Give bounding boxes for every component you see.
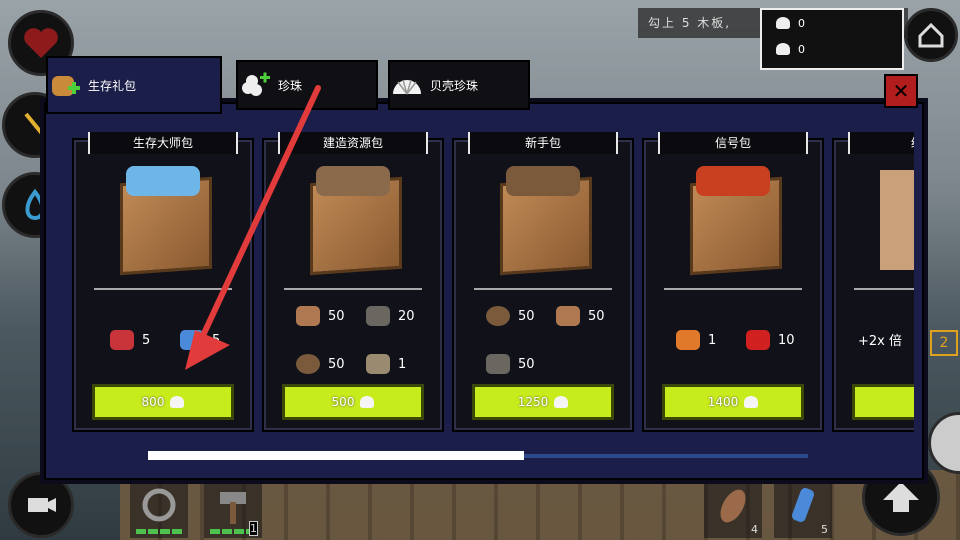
price: 1250 [517,395,549,409]
scroll-item-icon [880,170,914,270]
water-bottle-icon [180,330,204,350]
buy-button[interactable]: 800 [92,384,234,420]
item-qty: 50 [328,356,345,372]
hotbar-slot-3[interactable]: 4 [704,480,762,538]
flare-gun-icon [676,330,700,350]
divider [284,288,422,290]
item-qty: 1 [708,332,717,348]
rope-icon [296,354,320,374]
scrap-icon [486,354,510,374]
shell-icon [776,17,790,29]
shell-icon [170,396,185,408]
rope-hook-icon [142,488,176,522]
hotbar-slot-1[interactable] [130,480,188,538]
pack-item: +2x 倍 [858,330,902,349]
divider [94,288,232,290]
scrollbar-thumb[interactable] [148,451,524,460]
rope-icon [486,306,510,326]
hotbar-count: 1 [249,521,258,536]
pack-item: 50 [486,306,535,326]
divider [854,288,914,290]
pack-item: 5 [180,330,220,350]
hammer-icon [366,354,390,374]
pack-card-survival-master: 生存大师包 5 5 800 [72,132,254,432]
pack-title: 信号包 [658,132,808,154]
item-qty: +2x 倍 [858,334,902,349]
pearls-plus-icon [238,70,272,100]
item-qty: 1 [398,356,407,372]
hotbar-slot-4[interactable]: 5 [774,480,832,538]
tab-survival-pack[interactable]: 生存礼包 [46,56,222,114]
pearl-count: 0 [798,42,805,56]
pack-item: 50 [296,354,345,374]
item-qty: 50 [588,308,605,324]
hotbar-count: 4 [751,523,758,536]
pearl-icon [776,43,790,55]
buy-button[interactable]: 500 [282,384,424,420]
pack-title: 新手包 [468,132,618,154]
tab-label: 生存礼包 [88,78,137,93]
shell-icon [360,396,375,408]
close-button[interactable]: ✕ [884,74,918,108]
currency-shell-row: 0 [762,10,902,36]
card-clip: 经验 +2x 倍 [832,120,914,440]
shell-icon [744,396,759,408]
pack-item: 10 [746,330,795,350]
buy-button[interactable]: 1400 [662,384,804,420]
tab-label: 贝壳珍珠 [430,78,479,93]
plank-icon [556,306,580,326]
item-qty: 50 [518,356,535,372]
pack-item: 50 [556,306,605,326]
pack-title: 生存大师包 [88,132,238,154]
currency-pearl-row: 0 [762,36,902,62]
pack-title: 经验 [848,132,914,154]
hotbar-slot-2[interactable]: 1 [204,480,262,538]
item-qty: 50 [518,308,535,324]
item-qty: 20 [398,308,415,324]
shell-icon [390,70,424,100]
price: 500 [331,395,355,409]
pack-item: 1 [676,330,716,350]
materials-icon [506,166,580,196]
scrap-icon [366,306,390,326]
item-qty: 50 [328,308,345,324]
price: 800 [141,395,165,409]
action-button[interactable] [928,412,960,474]
can-food-icon [110,330,134,350]
pack-item: 50 [486,354,535,374]
divider [474,288,612,290]
pack-item: 1 [366,354,406,374]
buy-button[interactable]: 1250 [472,384,614,420]
flares-icon [696,166,770,196]
divider [664,288,802,290]
hotbar-count: 5 [821,523,828,536]
durability-bar [136,529,182,534]
pack-item: 50 [296,306,345,326]
buy-button[interactable] [852,384,914,420]
item-qty: 5 [142,332,151,348]
flare-icon [746,330,770,350]
pack-card-signal: 信号包 1 10 1400 [642,132,824,432]
pack-item: 5 [110,330,150,350]
pack-card-building-resources: 建造资源包 50 20 50 1 500 [262,132,444,432]
count-badge: 2 [930,330,958,356]
backpack-plus-icon [48,70,82,100]
pack-title: 建造资源包 [278,132,428,154]
shell-icon [554,396,569,408]
item-qty: 10 [778,332,795,348]
build-menu-icon[interactable] [904,8,958,62]
pack-card-starter: 新手包 50 50 50 1250 [452,132,634,432]
currency-panel: 0 0 [760,8,904,70]
shell-count: 0 [798,16,805,30]
plank-icon [296,306,320,326]
price: 1400 [707,395,739,409]
item-qty: 5 [212,332,221,348]
pack-card-experience: 经验 +2x 倍 [832,132,914,432]
materials-icon [316,166,390,196]
tab-shell-pearls[interactable]: 贝壳珍珠 [388,60,530,110]
tab-pearls[interactable]: 珍珠 [236,60,378,110]
pack-item: 20 [366,306,415,326]
water-bottles-icon [126,166,200,196]
tab-label: 珍珠 [278,78,303,93]
